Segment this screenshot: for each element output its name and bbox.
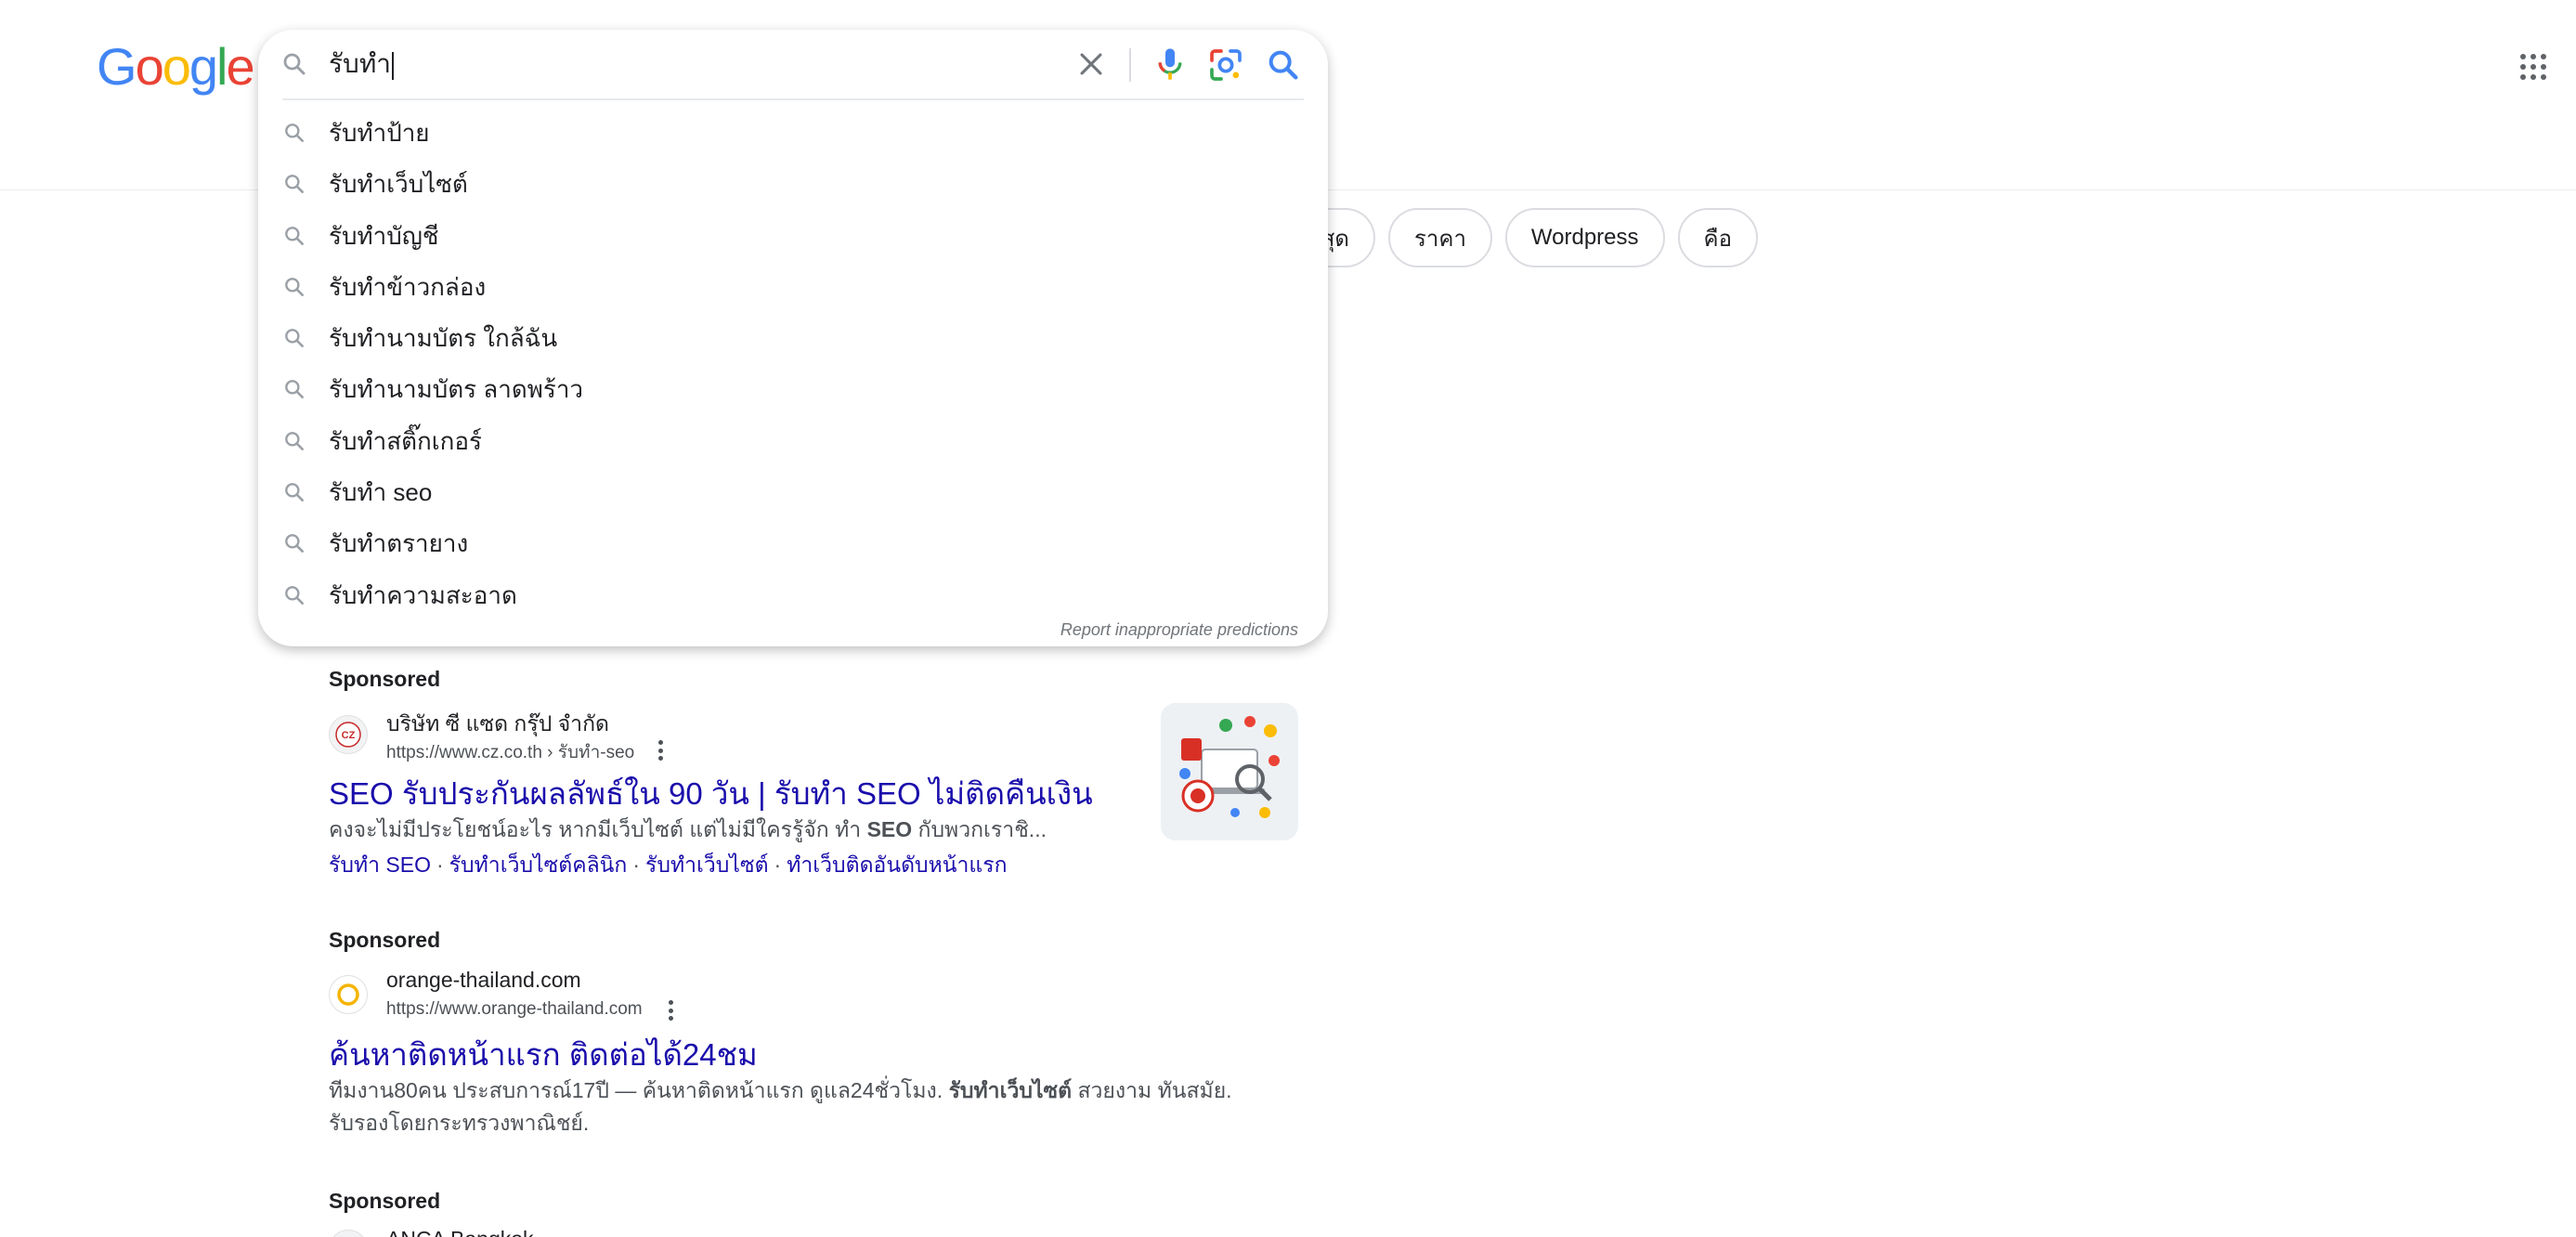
suggestion-text: รับทำป้าย xyxy=(329,119,430,147)
svg-text:CZ: CZ xyxy=(342,730,356,741)
suggestion-item[interactable]: รับทำข้าวกล่อง xyxy=(258,262,1328,313)
favicon[interactable] xyxy=(329,975,368,1014)
ad-sitelinks: รับทำ SEO · รับทำเว็บไซต์คลินิก · รับทำเว็บไ… xyxy=(329,853,1008,877)
logo-letter: l xyxy=(216,37,228,96)
ad-description-line2: รับรองโดยกระทรวงพาณิชย์. xyxy=(329,1111,590,1135)
toolbar-separator xyxy=(1129,48,1131,82)
ad-thumbnail[interactable] xyxy=(1161,703,1298,840)
sponsored-label: Sponsored xyxy=(329,928,441,952)
report-predictions-link[interactable]: Report inappropriate predictions xyxy=(1060,620,1298,640)
ad-url[interactable]: https://www.orange-thailand.com xyxy=(386,999,643,1020)
suggestion-item[interactable]: รับทำความสะอาด xyxy=(258,570,1328,621)
more-options-icon[interactable] xyxy=(667,1000,674,1021)
search-icon xyxy=(285,278,304,296)
microphone-icon[interactable] xyxy=(1151,45,1189,84)
suggestion-text: รับทำตรายาง xyxy=(329,529,469,558)
suggestion-text: รับทำความสะอาด xyxy=(329,580,517,609)
ad-site-name[interactable]: orange-thailand.com xyxy=(386,968,581,993)
search-icon xyxy=(285,226,304,245)
search-icon xyxy=(285,175,304,194)
ad-description: ทีมงาน80คน ประสบการณ์17ปี — ค้นหาติดหน้า… xyxy=(329,1078,1232,1102)
suggestion-text: รับทำนามบัตร ลาดพร้าว xyxy=(329,375,584,404)
favicon[interactable] xyxy=(329,1230,368,1237)
suggestion-text: รับทำนามบัตร ใกล้ฉัน xyxy=(329,324,558,353)
chip-what-is[interactable]: คือ xyxy=(1677,208,1758,267)
search-icon xyxy=(285,585,304,605)
suggestion-item[interactable]: รับทำนามบัตร ลาดพร้าว xyxy=(258,364,1328,415)
suggestion-text: รับทำ seo xyxy=(329,478,433,507)
search-results-page: Google นสูงสุด ราคา Wordpress คือ Sponso… xyxy=(0,0,2576,1237)
suggestion-text: รับทำบัญชี xyxy=(329,221,439,250)
suggestion-text: รับทำเว็บไซต์ xyxy=(329,170,468,199)
search-icon xyxy=(285,534,304,553)
cz-logo-icon: CZ xyxy=(335,722,361,748)
search-autocomplete-dropdown: รับทำ รับทำป้าย รับทำเว็บไซต์ รับทำบัญชี… xyxy=(258,30,1328,646)
suggestion-item[interactable]: รับทำบัญชี xyxy=(258,211,1328,262)
ad-site-name[interactable]: ANCA Bangkok xyxy=(386,1227,534,1237)
sitelink[interactable]: รับทำ SEO xyxy=(329,853,431,877)
suggestion-item[interactable]: รับทำตรายาง xyxy=(258,518,1328,569)
favicon[interactable]: CZ xyxy=(329,715,368,754)
ad-title-link[interactable]: ค้นหาติดหน้าแรก ติดต่อได้24ชม xyxy=(329,1030,758,1079)
more-options-icon[interactable] xyxy=(657,740,664,761)
logo-letter: g xyxy=(189,37,218,96)
logo-letter: G xyxy=(97,37,137,96)
search-icon xyxy=(285,124,304,142)
ad-url[interactable]: https://www.cz.co.th › รับทำ-seo xyxy=(386,738,634,766)
google-lens-icon[interactable] xyxy=(1207,46,1244,84)
search-icon xyxy=(285,483,304,502)
search-icon xyxy=(283,53,306,75)
orange-ring-icon xyxy=(337,983,359,1006)
sitelink[interactable]: ทำเว็บติดอันดับหน้าแรก xyxy=(787,853,1007,877)
suggestion-item[interactable]: รับทำเว็บไซต์ xyxy=(258,159,1328,210)
suggestion-text: รับทำข้าวกล่อง xyxy=(329,272,487,301)
suggestion-item[interactable]: รับทำนามบัตร ใกล้ฉัน xyxy=(258,313,1328,364)
search-input[interactable]: รับทำ xyxy=(329,43,394,85)
search-icon xyxy=(285,431,304,450)
sitelink[interactable]: รับทำเว็บไซต์คลินิก xyxy=(449,853,628,877)
dropdown-divider xyxy=(282,98,1304,100)
clear-icon[interactable] xyxy=(1075,48,1107,80)
google-logo[interactable]: Google xyxy=(97,35,255,98)
chip-wordpress[interactable]: Wordpress xyxy=(1504,208,1665,267)
suggestion-item[interactable]: รับทำสติ๊กเกอร์ xyxy=(258,416,1328,467)
suggestion-item[interactable]: รับทำป้าย xyxy=(258,108,1328,159)
sponsored-label: Sponsored xyxy=(329,667,441,691)
sitelink[interactable]: รับทำเว็บไซต์ xyxy=(645,853,769,877)
ad-site-name[interactable]: บริษัท ซี แซด กรุ๊ป จำกัด xyxy=(386,708,609,741)
search-submit-icon[interactable] xyxy=(1265,46,1302,84)
text-caret xyxy=(392,51,394,80)
filter-chips: นสูงสุด ราคา Wordpress คือ xyxy=(1263,208,1758,267)
search-icon xyxy=(285,329,304,348)
sponsored-label: Sponsored xyxy=(329,1189,441,1213)
suggestion-text: รับทำสติ๊กเกอร์ xyxy=(329,426,482,455)
logo-letter: e xyxy=(226,37,254,96)
ad-title-link[interactable]: SEO รับประกันผลลัพธ์ใน 90 วัน | รับทำ SE… xyxy=(329,769,1093,818)
logo-letter: o xyxy=(162,37,191,96)
search-icon xyxy=(285,380,304,399)
ad-description: คงจะไม่มีประโยชน์อะไร หากมีเว็บไซต์ แต่ไ… xyxy=(329,817,1047,841)
seo-illustration-icon xyxy=(1161,703,1298,840)
search-bar: รับทำ xyxy=(258,30,1328,100)
suggestion-item[interactable]: รับทำ seo xyxy=(258,467,1328,518)
apps-grid-icon[interactable] xyxy=(2520,54,2546,80)
logo-letter: o xyxy=(135,37,164,96)
chip-price[interactable]: ราคา xyxy=(1388,208,1492,267)
suggestion-list: รับทำป้าย รับทำเว็บไซต์ รับทำบัญชี รับทำ… xyxy=(258,108,1328,621)
